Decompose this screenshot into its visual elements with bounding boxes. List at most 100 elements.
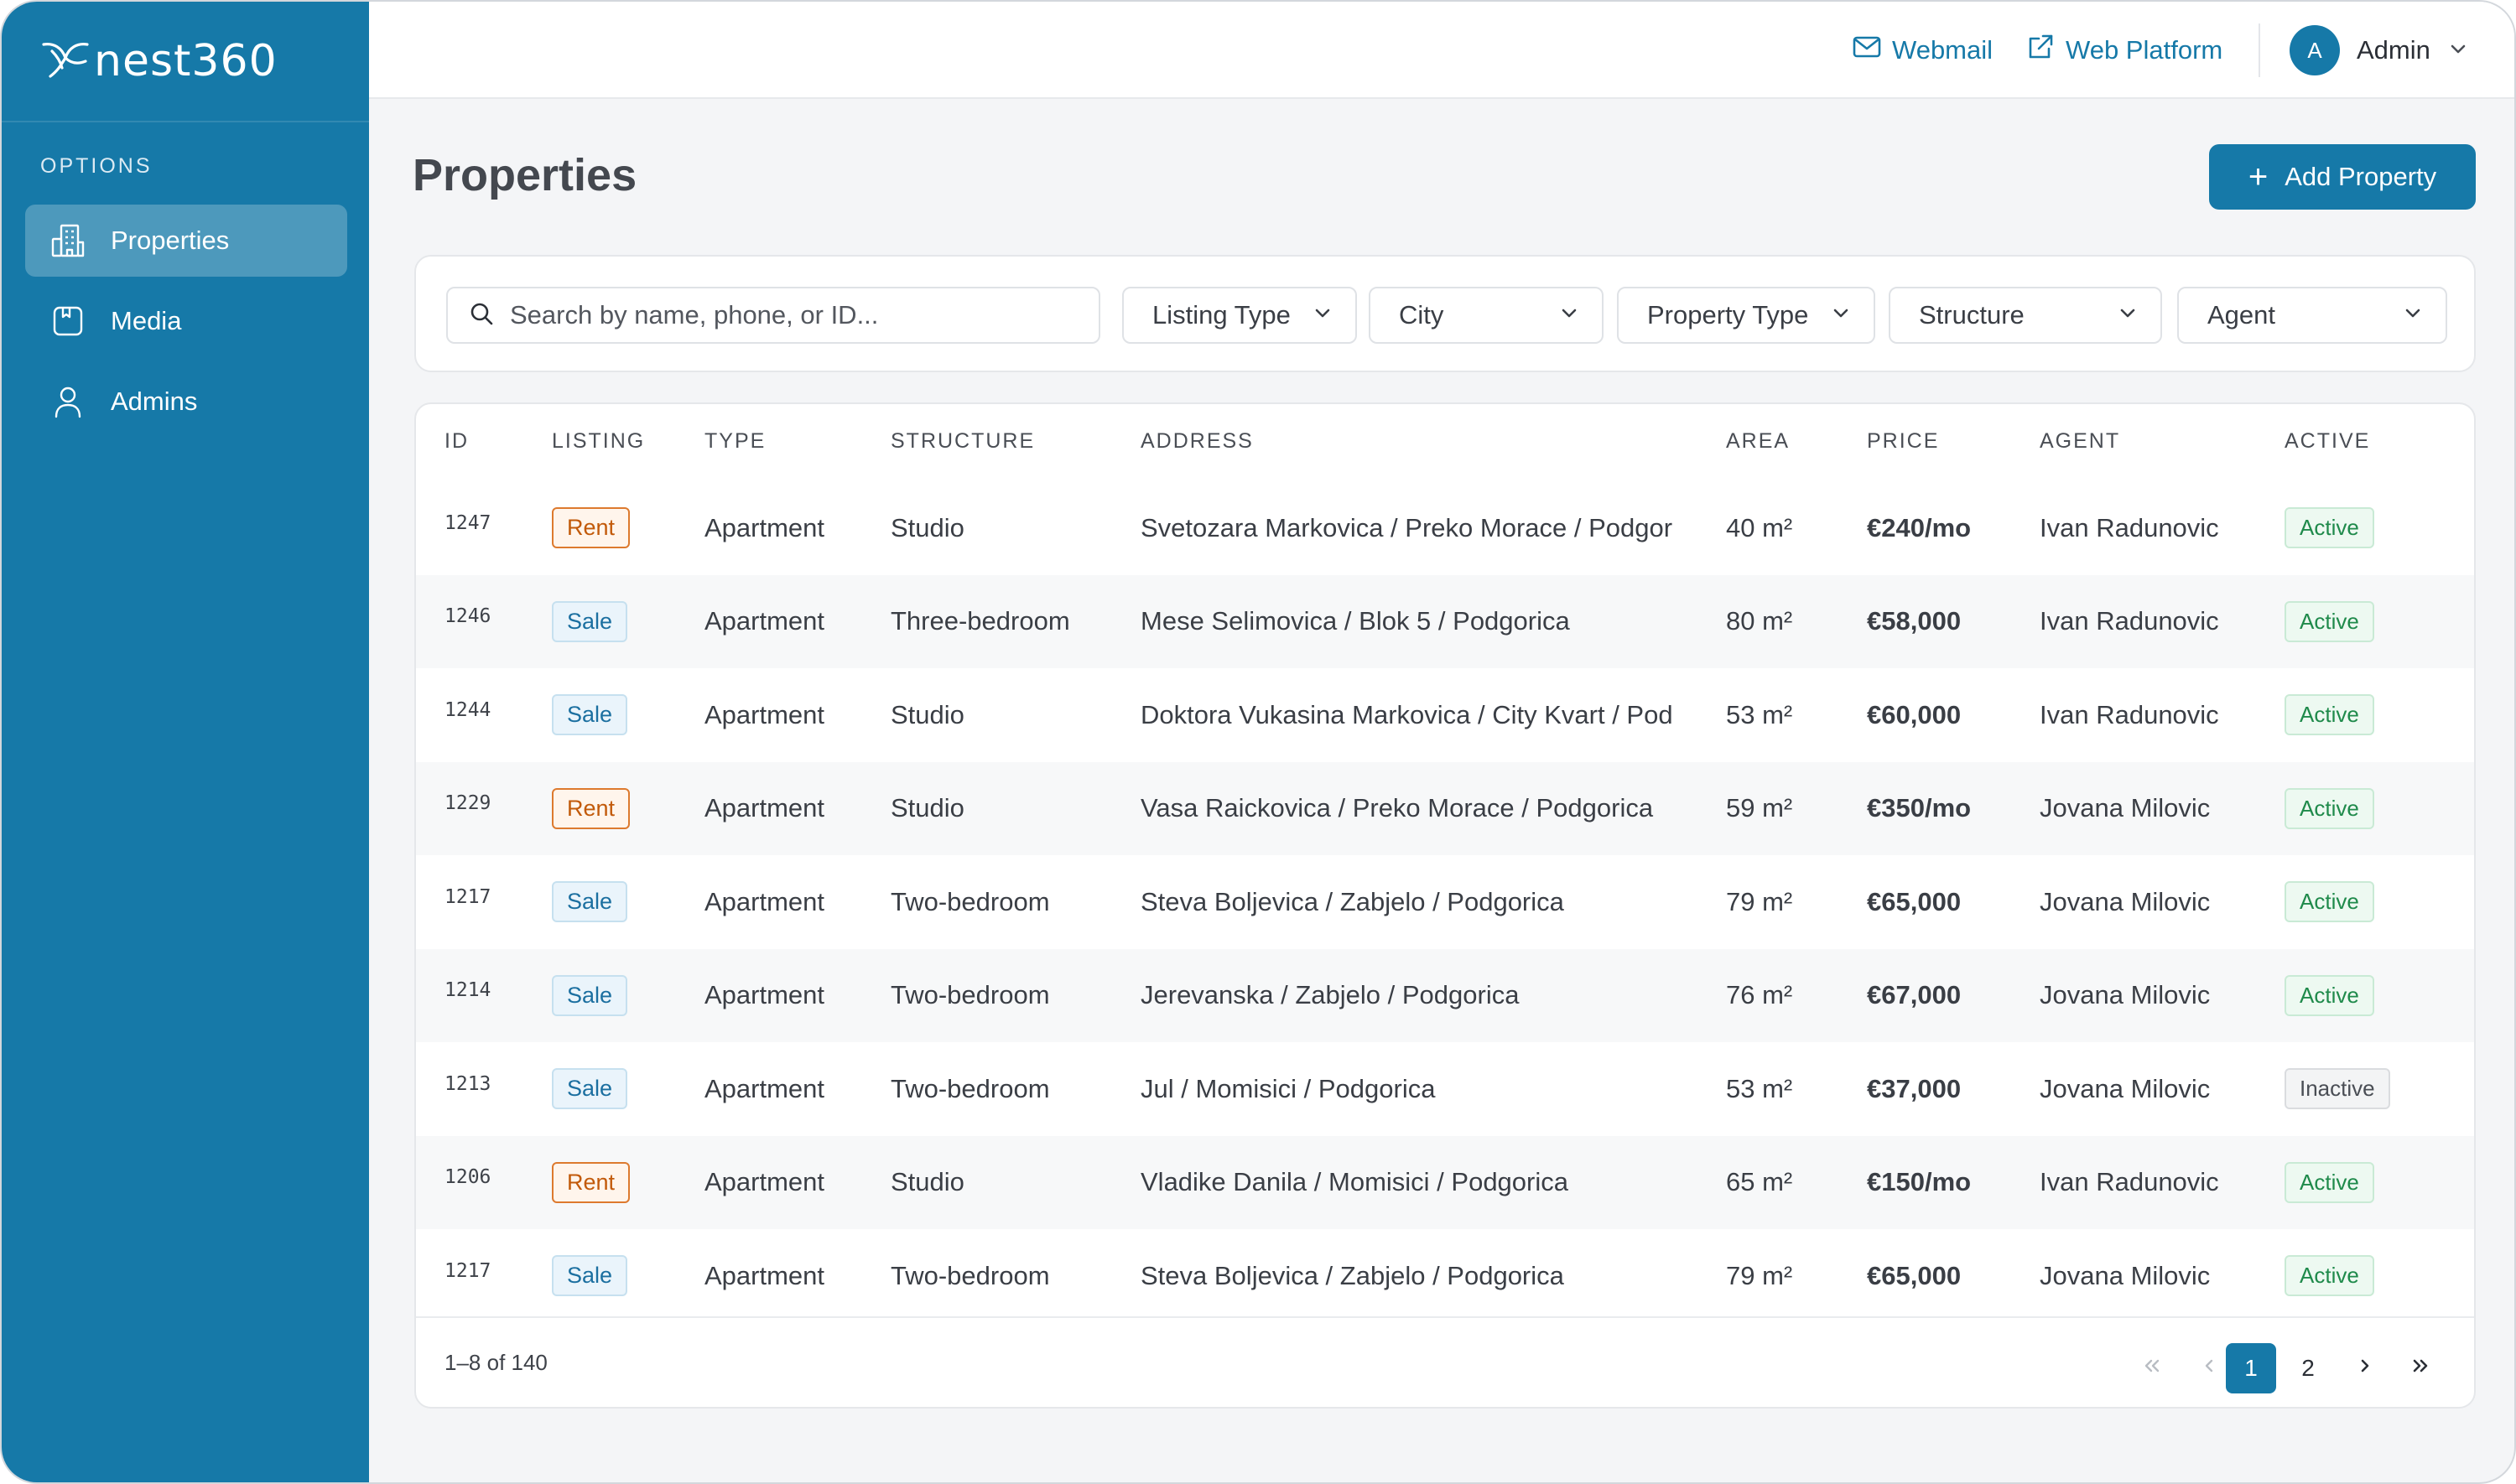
brand-logo[interactable]: nest360	[40, 32, 278, 91]
cell-structure: Two-bedroom	[891, 980, 1050, 1009]
page-button-1[interactable]: 1	[2226, 1343, 2276, 1393]
user-menu[interactable]: A Admin	[2290, 23, 2469, 77]
cell-agent: Ivan Radunovic	[2040, 699, 2219, 729]
table-row[interactable]: 1214 Sale Apartment Two-bedroom Jerevanska /…	[416, 948, 2474, 1042]
column-header-listing[interactable]: LISTING	[552, 429, 694, 454]
property-type-value: Property Type	[1647, 300, 1809, 329]
cell-active: Active	[2285, 1229, 2452, 1322]
status-badge: Active	[2285, 787, 2374, 829]
cell-id: 1214	[444, 979, 491, 1001]
sidebar-section-label: OPTIONS	[40, 154, 153, 178]
listing-type-select[interactable]: Listing Type	[1122, 287, 1357, 344]
table-row[interactable]: 1213 Sale Apartment Two-bedroom Jul / Momisi…	[416, 1042, 2474, 1135]
sidebar-item-media[interactable]: Media	[25, 285, 347, 357]
cell-price: €58,000	[1867, 606, 1962, 636]
user-name: Admin	[2357, 35, 2430, 65]
cell-listing: Rent	[552, 1136, 694, 1229]
top-bar: Webmail Web Platform A Admin	[369, 2, 2514, 99]
cell-listing: Rent	[552, 762, 694, 855]
cell-id: 1247	[444, 511, 491, 534]
structure-select[interactable]: Structure	[1889, 287, 2162, 344]
table-row[interactable]: 1247 Rent Apartment Studio Svetozara Markovi…	[416, 481, 2474, 574]
column-header-structure[interactable]: STRUCTURE	[891, 429, 1134, 454]
sidebar-item-properties[interactable]: Properties	[25, 205, 347, 277]
status-badge: Inactive	[2285, 1068, 2390, 1109]
last-page-button[interactable]	[2395, 1343, 2446, 1393]
column-header-id[interactable]: ID	[444, 429, 537, 454]
cell-price: €65,000	[1867, 886, 1962, 916]
cell-id: 1244	[444, 698, 491, 721]
table-row[interactable]: 1217 Sale Apartment Two-bedroom Steva Boljev…	[416, 855, 2474, 948]
cell-area: 53 m²	[1726, 1073, 1793, 1103]
status-badge: Active	[2285, 1255, 2374, 1296]
column-header-agent[interactable]: AGENT	[2040, 429, 2274, 454]
chevron-right-icon	[2354, 1355, 2376, 1383]
properties-table: ID LISTING TYPE STRUCTURE ADDRESS AREA P…	[414, 402, 2476, 1409]
cell-structure: Studio	[891, 699, 964, 729]
chevron-down-icon	[1830, 300, 1852, 330]
column-header-address[interactable]: ADDRESS	[1141, 429, 1707, 454]
page-title: Properties	[413, 150, 637, 200]
cell-listing: Sale	[552, 1042, 694, 1135]
add-property-button[interactable]: + Add Property	[2209, 144, 2476, 210]
table-row[interactable]: 1246 Sale Apartment Three-bedroom Mese Selim…	[416, 574, 2474, 668]
cell-area: 79 m²	[1726, 1260, 1793, 1290]
column-header-area[interactable]: AREA	[1726, 429, 1852, 454]
user-icon	[49, 382, 87, 421]
cell-address: Steva Boljevica / Zabjelo / Podgorica	[1141, 1260, 1564, 1290]
table-footer: 1–8 of 140 1 2	[416, 1316, 2474, 1407]
cell-active: Active	[2285, 575, 2452, 668]
city-select[interactable]: City	[1369, 287, 1604, 344]
chevron-left-icon	[2198, 1355, 2220, 1383]
column-header-price[interactable]: PRICE	[1867, 429, 2035, 454]
agent-select[interactable]: Agent	[2177, 287, 2447, 344]
cell-area: 79 m²	[1726, 886, 1793, 916]
sidebar-item-admins[interactable]: Admins	[25, 366, 347, 438]
cell-id: 1246	[444, 605, 491, 627]
search-input[interactable]	[510, 300, 1080, 330]
listing-badge: Sale	[552, 1255, 628, 1296]
column-header-active[interactable]: ACTIVE	[2285, 429, 2452, 454]
cell-structure: Two-bedroom	[891, 1073, 1050, 1103]
cell-type: Apartment	[704, 793, 825, 822]
search-icon	[468, 300, 510, 331]
cell-agent: Jovana Milovic	[2040, 886, 2211, 916]
webmail-label: Webmail	[1892, 35, 1994, 65]
topbar-divider	[2259, 23, 2260, 77]
cell-agent: Jovana Milovic	[2040, 1260, 2211, 1290]
listing-badge: Rent	[552, 1161, 631, 1203]
chevron-down-icon	[1312, 300, 1333, 330]
search-box[interactable]	[446, 287, 1100, 344]
city-value: City	[1399, 300, 1444, 329]
cell-structure: Three-bedroom	[891, 606, 1070, 636]
cell-price: €67,000	[1867, 980, 1962, 1009]
cell-address: Mese Selimovica / Blok 5 / Podgorica	[1141, 606, 1570, 636]
table-row[interactable]: 1206 Rent Apartment Studio Vladike Danila / …	[416, 1135, 2474, 1229]
cell-type: Apartment	[704, 606, 825, 636]
cell-agent: Jovana Milovic	[2040, 980, 2211, 1009]
listing-badge: Sale	[552, 1068, 628, 1109]
webmail-link[interactable]: Webmail	[1852, 30, 1993, 70]
cell-listing: Sale	[552, 668, 694, 761]
status-badge: Active	[2285, 881, 2374, 922]
property-type-select[interactable]: Property Type	[1617, 287, 1875, 344]
sidebar-item-label: Properties	[111, 226, 230, 255]
page-button-2[interactable]: 2	[2283, 1343, 2333, 1393]
cell-type: Apartment	[704, 980, 825, 1009]
cell-area: 40 m²	[1726, 512, 1793, 542]
cell-active: Active	[2285, 762, 2452, 855]
first-page-button[interactable]	[2127, 1343, 2177, 1393]
table-row[interactable]: 1244 Sale Apartment Studio Doktora Vukasina …	[416, 668, 2474, 761]
web-platform-link[interactable]: Web Platform	[2025, 30, 2222, 70]
table-row[interactable]: 1217 Sale Apartment Two-bedroom Steva Boljev…	[416, 1229, 2474, 1322]
cell-structure: Studio	[891, 793, 964, 822]
cell-listing: Sale	[552, 1229, 694, 1322]
avatar: A	[2290, 25, 2340, 75]
next-page-button[interactable]	[2340, 1343, 2390, 1393]
cell-structure: Studio	[891, 1167, 964, 1196]
cell-structure: Two-bedroom	[891, 1260, 1050, 1290]
listing-badge: Rent	[552, 787, 631, 829]
table-row[interactable]: 1229 Rent Apartment Studio Vasa Raickovica /…	[416, 761, 2474, 855]
column-header-type[interactable]: TYPE	[704, 429, 881, 454]
cell-listing: Rent	[552, 481, 694, 574]
